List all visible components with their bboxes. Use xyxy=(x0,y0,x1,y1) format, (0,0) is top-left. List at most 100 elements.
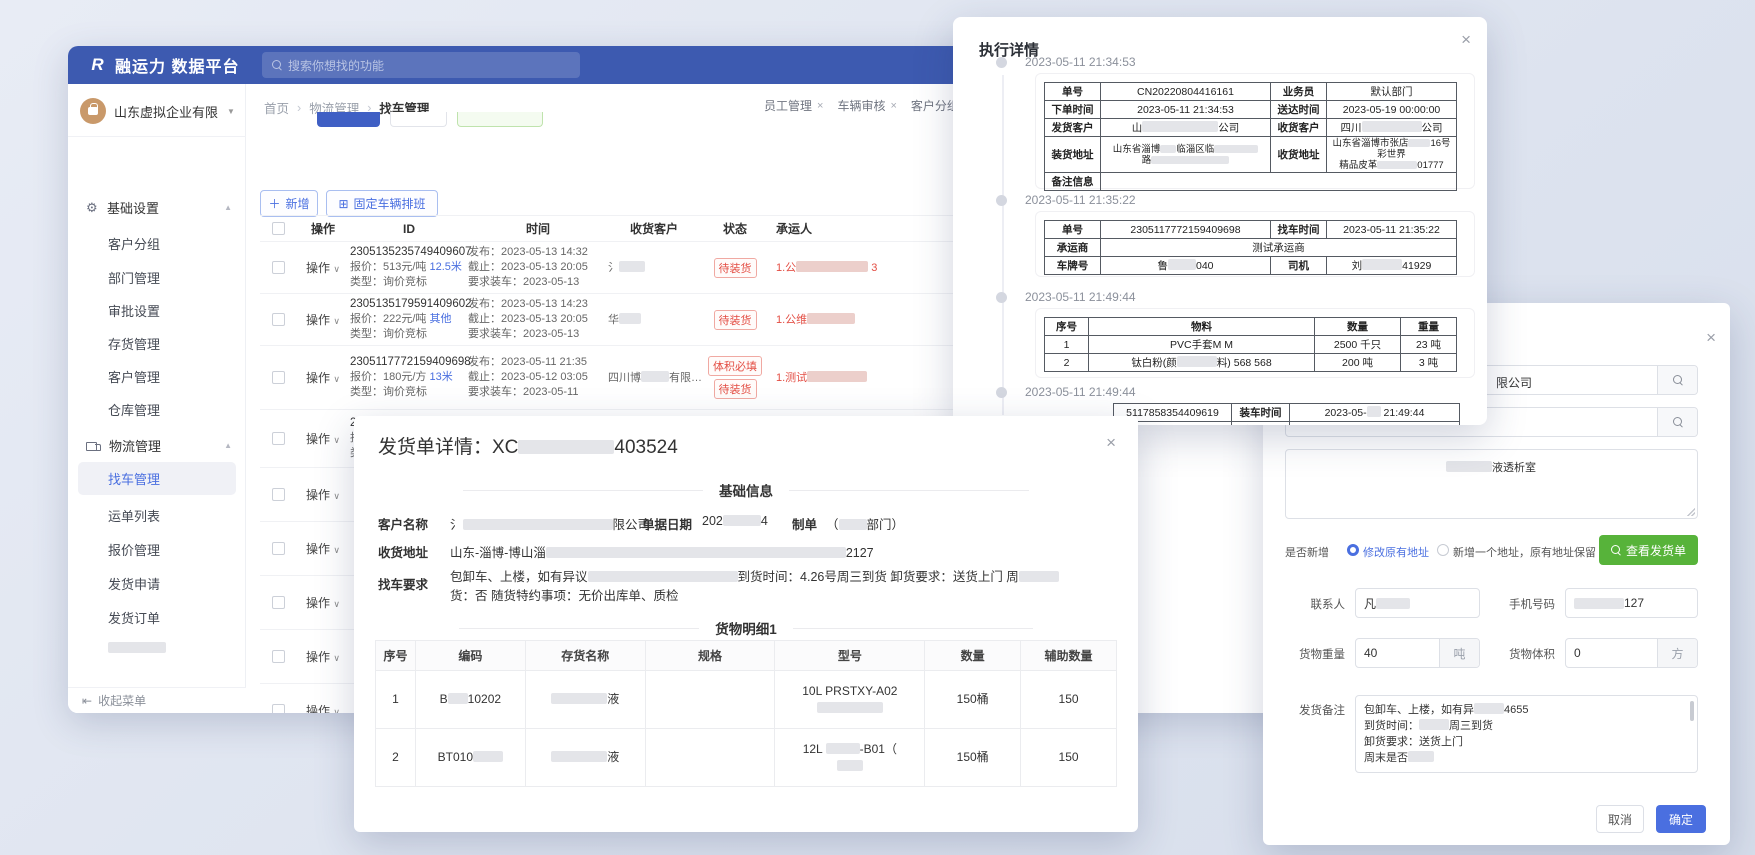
fixed-vehicle-schedule-button[interactable]: ⊞固定车辆排班 xyxy=(326,190,438,217)
shipping-note-textarea[interactable]: 包卸车、上楼，如有异4655 到货时间：周三到货 卸货要求：送货上门 周末是否 xyxy=(1355,695,1698,773)
tab-vehicle-audit[interactable]: 车辆审核× xyxy=(837,97,896,114)
radio-modify-label[interactable]: 修改原有地址 xyxy=(1363,544,1429,560)
order-no: CN20220804416161 xyxy=(1101,83,1271,101)
row-checkbox[interactable] xyxy=(272,488,285,501)
sidebar-item-quotes[interactable]: 报价管理 xyxy=(108,540,160,559)
row-action-dropdown[interactable]: 操作 ∨ xyxy=(306,488,340,502)
contact-label: 联系人 xyxy=(1285,596,1345,612)
radio-new-address[interactable] xyxy=(1437,544,1449,556)
close-icon[interactable]: × xyxy=(890,100,896,112)
length-link[interactable]: 其他 xyxy=(429,313,451,325)
row-action-dropdown[interactable]: 操作 ∨ xyxy=(306,313,340,327)
gear-icon: ⚙ xyxy=(86,201,99,214)
sidebar-item-customers[interactable]: 客户管理 xyxy=(108,367,160,386)
sidebar-divider xyxy=(68,136,246,137)
customer-name: 华 xyxy=(608,314,641,326)
close-icon[interactable]: × xyxy=(1106,434,1116,451)
row-action-dropdown[interactable]: 操作 ∨ xyxy=(306,542,340,556)
table-header-row: 操作 ID 时间 收货客户 状态 承运人 xyxy=(260,215,1060,242)
address-textarea[interactable]: 液透析室 xyxy=(1285,449,1698,519)
add-button[interactable]: ＋新增 xyxy=(260,190,318,217)
row-action-dropdown[interactable]: 操作 ∨ xyxy=(306,261,340,275)
timeline-time: 2023-05-11 21:35:22 xyxy=(1025,193,1136,207)
timeline-dot xyxy=(996,57,1007,68)
view-shipment-button[interactable]: 查看发货单 xyxy=(1599,535,1698,565)
close-icon[interactable]: × xyxy=(1461,31,1471,48)
sidebar-item-find-truck[interactable]: 找车管理 xyxy=(78,462,236,495)
row-checkbox[interactable] xyxy=(272,261,285,274)
breadcrumb-home[interactable]: 首页 xyxy=(264,98,289,117)
row-checkbox[interactable] xyxy=(272,371,285,384)
row-action-dropdown[interactable]: 操作 ∨ xyxy=(306,371,340,385)
sidebar-group-logistics[interactable]: 物流管理 ▲ xyxy=(86,436,232,455)
sidebar-item-waybills[interactable]: 运单列表 xyxy=(108,506,160,525)
scrollbar-thumb[interactable] xyxy=(1690,701,1694,721)
length-link[interactable]: 12.5米 xyxy=(429,261,461,273)
row-checkbox[interactable] xyxy=(272,542,285,555)
confirm-button[interactable]: 确定 xyxy=(1656,805,1706,833)
global-search-input[interactable]: 搜索你想找的功能 xyxy=(262,52,580,78)
customer-name: 氵 xyxy=(608,262,645,274)
timeline-time: 2023-05-11 21:49:44 xyxy=(1025,385,1136,399)
order-id: 2305135179591409602 xyxy=(350,297,464,312)
truck-req-value: 包卸车、上楼，如有异议到货时间：4.26号周三到货 卸货要求：送货上门 周 货：… xyxy=(450,568,1100,606)
select-all-checkbox[interactable] xyxy=(272,222,285,235)
row-checkbox[interactable] xyxy=(272,596,285,609)
row-checkbox[interactable] xyxy=(272,704,285,713)
cancel-button[interactable]: 取消 xyxy=(1596,805,1644,833)
resize-handle[interactable] xyxy=(1687,508,1695,516)
row-action-dropdown[interactable]: 操作 ∨ xyxy=(306,432,340,446)
date-label: 单据日期 xyxy=(642,514,692,533)
close-icon[interactable]: × xyxy=(1706,329,1716,346)
status-badge: 待装货 xyxy=(714,258,757,278)
clipped-button-blue[interactable] xyxy=(317,112,380,127)
length-link[interactable]: 13米 xyxy=(429,371,452,383)
customer-label: 客户名称 xyxy=(378,514,428,533)
row-action-dropdown[interactable]: 操作 ∨ xyxy=(306,704,340,713)
brand: R 融运力 数据平台 xyxy=(88,53,239,77)
row-action-dropdown[interactable]: 操作 ∨ xyxy=(306,596,340,610)
textarea-value-fragment: 液透析室 xyxy=(1446,459,1536,475)
weight-label: 货物重量 xyxy=(1285,646,1345,662)
schedule-icon: ⊞ xyxy=(338,197,348,211)
row-checkbox[interactable] xyxy=(272,650,285,663)
search-icon xyxy=(1673,375,1683,385)
tab-employee[interactable]: 员工管理× xyxy=(764,97,823,114)
clipped-button-green[interactable] xyxy=(457,112,543,127)
close-icon[interactable]: × xyxy=(817,100,823,112)
redacted-text xyxy=(108,642,166,653)
weight-input[interactable]: 40 吨 xyxy=(1355,638,1480,668)
search-button[interactable] xyxy=(1657,366,1697,394)
brand-title: 融运力 数据平台 xyxy=(115,53,239,77)
sidebar-item-approval[interactable]: 审批设置 xyxy=(108,301,160,320)
row-action-dropdown[interactable]: 操作 ∨ xyxy=(306,650,340,664)
clipped-button-white[interactable] xyxy=(390,112,447,127)
radio-modify-address[interactable] xyxy=(1347,544,1359,556)
volume-input[interactable]: 0 方 xyxy=(1565,638,1698,668)
company-avatar xyxy=(80,98,106,124)
contact-input[interactable]: 凡 xyxy=(1355,588,1480,618)
timeline-time: 2023-05-11 21:49:44 xyxy=(1025,290,1136,304)
sidebar-group-basic-settings[interactable]: ⚙ 基础设置 ▲ xyxy=(86,198,232,217)
sidebar: 山东虚拟企业有限... ▼ ⚙ 基础设置 ▲ 客户分组 部门管理 审批设置 存货… xyxy=(68,84,246,713)
search-button[interactable] xyxy=(1657,408,1697,436)
phone-input[interactable]: 127 xyxy=(1565,588,1698,618)
timeline-time: 2023-05-11 21:34:53 xyxy=(1025,55,1136,69)
row-checkbox[interactable] xyxy=(272,313,285,326)
row-checkbox[interactable] xyxy=(272,432,285,445)
sidebar-item-shipping-request[interactable]: 发货申请 xyxy=(108,574,160,593)
date-value: 2024 xyxy=(702,514,768,528)
sidebar-item-department[interactable]: 部门管理 xyxy=(108,268,160,287)
company-selector[interactable]: 山东虚拟企业有限... ▼ xyxy=(80,98,236,124)
sidebar-item-inventory[interactable]: 存货管理 xyxy=(108,334,160,353)
sidebar-item-customer-groups[interactable]: 客户分组 xyxy=(108,234,160,253)
customer-name: 四川博有限… xyxy=(608,372,702,384)
collapse-arrow-icon: ▲ xyxy=(224,203,232,212)
collapse-menu-button[interactable]: ⇤ 收起菜单 xyxy=(68,687,246,713)
sidebar-item-warehouse[interactable]: 仓库管理 xyxy=(108,400,160,419)
radio-new-label[interactable]: 新增一个地址，原有地址保留 xyxy=(1453,544,1596,560)
order-id: 2305135235749409607 xyxy=(350,245,464,260)
materials-table: 序号 物料 数量 重量 1PVC手套M M 2500 千只23 吨 2 钛白粉(… xyxy=(1044,317,1457,372)
sidebar-item-shipping-orders[interactable]: 发货订单 xyxy=(108,608,160,627)
company-name: 山东虚拟企业有限... xyxy=(114,102,219,121)
